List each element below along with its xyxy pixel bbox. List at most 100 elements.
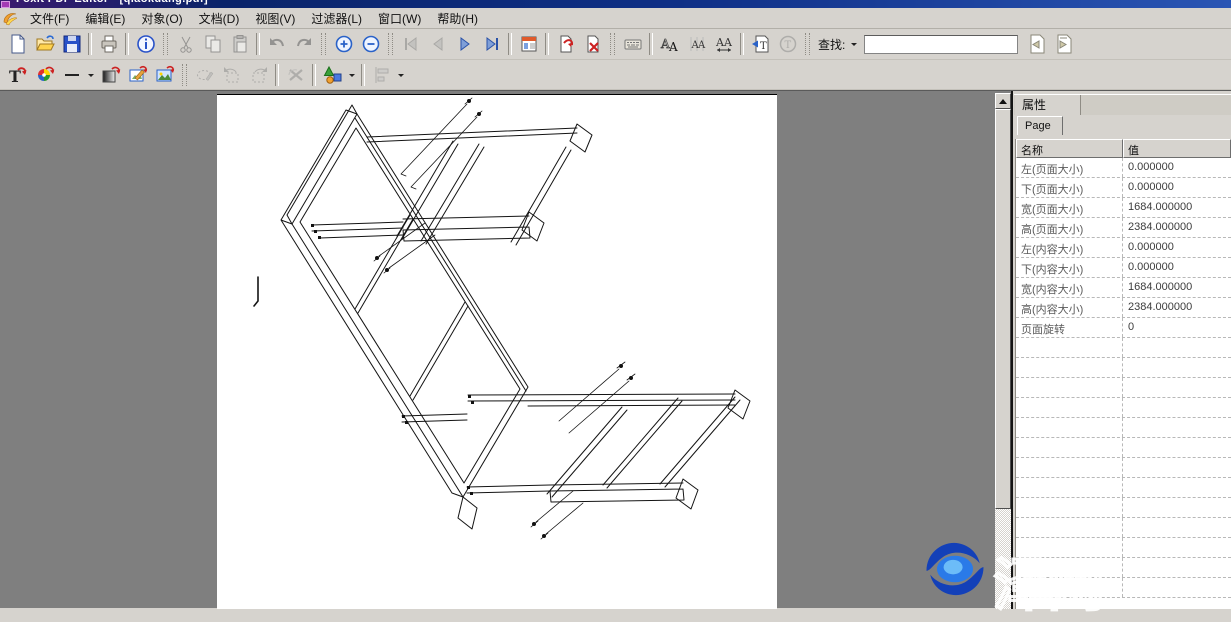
transform-rotate-left-button[interactable] <box>218 62 245 88</box>
properties-table-header: 名称 值 <box>1016 139 1231 158</box>
toolbar-grip[interactable] <box>805 33 810 55</box>
menu-item-1[interactable]: 文件(F) <box>22 8 77 29</box>
property-value[interactable]: 0.000000 <box>1123 258 1231 277</box>
property-value[interactable]: 2384.000000 <box>1123 218 1231 237</box>
property-value[interactable]: 0.000000 <box>1123 238 1231 257</box>
previous-page-button[interactable] <box>424 31 451 57</box>
zoom-in-button[interactable] <box>330 31 357 57</box>
property-value[interactable]: 0.000000 <box>1123 178 1231 197</box>
separator <box>312 64 316 86</box>
shapes-3d-dropdown[interactable] <box>346 63 358 87</box>
property-row: 左(页面大小)0.000000 <box>1016 158 1231 178</box>
toolbar-grip[interactable] <box>610 33 615 55</box>
font-size-button[interactable]: AA <box>683 31 710 57</box>
property-row-empty <box>1016 578 1231 598</box>
property-value[interactable]: 2384.000000 <box>1123 298 1231 317</box>
property-name: 宽(页面大小) <box>1016 198 1123 217</box>
foxit-logo-icon <box>3 11 18 26</box>
first-page-button[interactable] <box>397 31 424 57</box>
insert-page-button[interactable] <box>552 31 579 57</box>
tab-page[interactable]: Page <box>1017 116 1063 135</box>
copy-button[interactable] <box>199 31 226 57</box>
text-attributes-button[interactable]: T <box>774 31 801 57</box>
svg-text:T: T <box>784 40 791 51</box>
next-page-button[interactable] <box>451 31 478 57</box>
pdf-page[interactable] <box>217 94 777 609</box>
scroll-up-button[interactable] <box>995 93 1011 109</box>
find-options-dropdown[interactable] <box>848 32 860 56</box>
menu-item-4[interactable]: 文档(D) <box>191 8 248 29</box>
property-name <box>1016 498 1123 517</box>
vertical-scrollbar[interactable] <box>995 93 1011 609</box>
find-next-button[interactable] <box>1049 31 1076 57</box>
property-value <box>1123 558 1231 577</box>
toolbar-objects: T <box>0 60 1231 90</box>
menu-item-2[interactable]: 编辑(E) <box>77 8 133 29</box>
property-name: 下(页面大小) <box>1016 178 1123 197</box>
edit-image-button[interactable] <box>124 62 151 88</box>
application-window: { "window": { "title": "Foxit PDF Editor… <box>0 0 1231 608</box>
property-name: 宽(内容大小) <box>1016 278 1123 297</box>
separator <box>545 33 549 55</box>
property-value[interactable]: 0 <box>1123 318 1231 337</box>
add-image-button[interactable] <box>151 62 178 88</box>
find-label: 查找: <box>818 36 845 53</box>
virtual-keyboard-button[interactable] <box>619 31 646 57</box>
find-previous-button[interactable] <box>1022 31 1049 57</box>
separator <box>649 33 653 55</box>
open-file-button[interactable] <box>31 31 58 57</box>
property-row-empty <box>1016 518 1231 538</box>
separator <box>740 33 744 55</box>
last-page-button[interactable] <box>478 31 505 57</box>
align-objects-button[interactable] <box>368 62 395 88</box>
font-button[interactable]: AA <box>656 31 683 57</box>
redo-button[interactable] <box>290 31 317 57</box>
find-input[interactable] <box>864 35 1018 54</box>
property-name <box>1016 338 1123 357</box>
shapes-3d-button[interactable] <box>319 62 346 88</box>
page-layout-button[interactable] <box>515 31 542 57</box>
toolbar-grip[interactable] <box>163 33 168 55</box>
toolbar-grip[interactable] <box>388 33 393 55</box>
save-button[interactable] <box>58 31 85 57</box>
line-style-dropdown[interactable] <box>85 63 97 87</box>
toolbar-grip[interactable] <box>321 33 326 55</box>
line-style-button[interactable] <box>58 62 85 88</box>
transform-rotate-right-button[interactable] <box>245 62 272 88</box>
property-row-empty <box>1016 438 1231 458</box>
document-workspace: 属性 Page 名称 值 左(页面大小)0.000000下(页面大小)0.000… <box>0 90 1231 608</box>
character-spacing-button[interactable]: AA <box>710 31 737 57</box>
undo-button[interactable] <box>263 31 290 57</box>
align-objects-dropdown[interactable] <box>395 63 407 87</box>
property-value[interactable]: 1684.000000 <box>1123 278 1231 297</box>
scrollbar-thumb[interactable] <box>995 109 1011 509</box>
toolbar-grip[interactable] <box>182 64 187 86</box>
new-document-button[interactable] <box>4 31 31 57</box>
cut-button[interactable] <box>172 31 199 57</box>
add-text-object-button[interactable]: T <box>747 31 774 57</box>
menu-item-8[interactable]: 帮助(H) <box>429 8 486 29</box>
property-value[interactable]: 1684.000000 <box>1123 198 1231 217</box>
property-value[interactable]: 0.000000 <box>1123 158 1231 177</box>
add-color-button[interactable] <box>31 62 58 88</box>
property-row-empty <box>1016 398 1231 418</box>
menu-item-7[interactable]: 窗口(W) <box>370 8 429 29</box>
property-row-empty <box>1016 378 1231 398</box>
property-value <box>1123 358 1231 377</box>
property-row: 下(内容大小)0.000000 <box>1016 258 1231 278</box>
delete-page-button[interactable] <box>579 31 606 57</box>
print-button[interactable] <box>95 31 122 57</box>
menu-item-6[interactable]: 过滤器(L) <box>303 8 370 29</box>
add-text-button[interactable]: T <box>4 62 31 88</box>
watermark-logo-icon <box>915 531 995 607</box>
lasso-edit-button[interactable] <box>191 62 218 88</box>
menu-item-5[interactable]: 视图(V) <box>247 8 303 29</box>
property-value <box>1123 458 1231 477</box>
zoom-out-button[interactable] <box>357 31 384 57</box>
paste-button[interactable] <box>226 31 253 57</box>
add-gradient-button[interactable] <box>97 62 124 88</box>
document-info-button[interactable] <box>132 31 159 57</box>
cross-delete-button[interactable] <box>282 62 309 88</box>
svg-text:A: A <box>668 40 678 54</box>
menu-item-3[interactable]: 对象(O) <box>133 8 190 29</box>
